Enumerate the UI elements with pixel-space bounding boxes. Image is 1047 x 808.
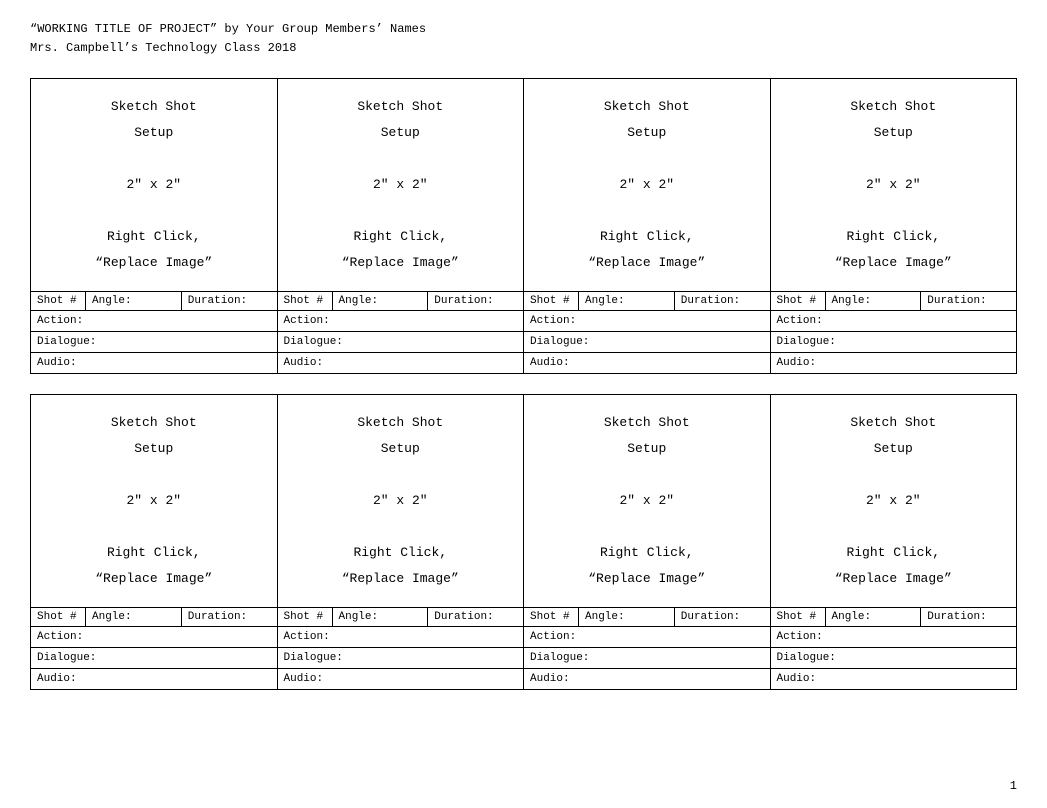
dialogue-cell-2-3: Dialogue: <box>524 648 771 668</box>
action-cell-2-2: Action: <box>278 627 525 647</box>
duration-label-2-3: Duration: <box>675 608 770 626</box>
shot-cell-1-2: Sketch ShotSetup 2″ x 2″ Right Click,“Re… <box>278 79 525 291</box>
audio-cell-2-3: Audio: <box>524 669 771 689</box>
page-number: 1 <box>1010 779 1017 793</box>
shot-num-label-2-1: Shot # <box>31 608 86 626</box>
header-line1: “WORKING TITLE OF PROJECT” by Your Group… <box>30 20 1017 39</box>
audio-cell-1-1: Audio: <box>31 353 278 373</box>
shot-cell-2-1: Sketch ShotSetup 2″ x 2″ Right Click,“Re… <box>31 395 278 607</box>
audio-cell-2-4: Audio: <box>771 669 1017 689</box>
audio-row-1: Audio: Audio: Audio: Audio: <box>31 353 1016 373</box>
shot-num-label-1-1: Shot # <box>31 292 86 310</box>
shot-num-label-2-3: Shot # <box>524 608 579 626</box>
shot-cell-2-2: Sketch ShotSetup 2″ x 2″ Right Click,“Re… <box>278 395 525 607</box>
dialogue-cell-1-4: Dialogue: <box>771 332 1017 352</box>
shot-cell-1-1: Sketch ShotSetup 2″ x 2″ Right Click,“Re… <box>31 79 278 291</box>
action-cell-1-2: Action: <box>278 311 525 331</box>
audio-row-2: Audio: Audio: Audio: Audio: <box>31 669 1016 689</box>
shot-cell-2-4: Sketch ShotSetup 2″ x 2″ Right Click,“Re… <box>771 395 1017 607</box>
action-cell-2-3: Action: <box>524 627 771 647</box>
audio-cell-2-2: Audio: <box>278 669 525 689</box>
shots-row-1: Sketch ShotSetup 2″ x 2″ Right Click,“Re… <box>31 79 1016 292</box>
dialogue-cell-2-1: Dialogue: <box>31 648 278 668</box>
shot-num-label-1-3: Shot # <box>524 292 579 310</box>
shot-info-row-1: Shot # Angle: Duration: Shot # Angle: Du… <box>31 292 1016 311</box>
dialogue-cell-2-4: Dialogue: <box>771 648 1017 668</box>
storyboard-section-2: Sketch ShotSetup 2″ x 2″ Right Click,“Re… <box>30 394 1017 690</box>
duration-label-1-4: Duration: <box>921 292 1016 310</box>
shot-info-half-1-2: Shot # Angle: Duration: <box>278 292 525 310</box>
dialogue-cell-2-2: Dialogue: <box>278 648 525 668</box>
shot-info-half-1-1: Shot # Angle: Duration: <box>31 292 278 310</box>
action-row-2: Action: Action: Action: Action: <box>31 627 1016 648</box>
shot-info-row-2: Shot # Angle: Duration: Shot # Angle: Du… <box>31 608 1016 627</box>
audio-cell-1-4: Audio: <box>771 353 1017 373</box>
storyboard-section-1: Sketch ShotSetup 2″ x 2″ Right Click,“Re… <box>30 78 1017 374</box>
shot-cell-1-4: Sketch ShotSetup 2″ x 2″ Right Click,“Re… <box>771 79 1017 291</box>
angle-label-2-4: Angle: <box>826 608 922 626</box>
angle-label-2-1: Angle: <box>86 608 182 626</box>
action-cell-1-3: Action: <box>524 311 771 331</box>
duration-label-1-3: Duration: <box>675 292 770 310</box>
audio-cell-1-2: Audio: <box>278 353 525 373</box>
duration-label-2-1: Duration: <box>182 608 277 626</box>
shot-info-half-2-1: Shot # Angle: Duration: <box>31 608 278 626</box>
dialogue-row-2: Dialogue: Dialogue: Dialogue: Dialogue: <box>31 648 1016 669</box>
shot-num-label-1-2: Shot # <box>278 292 333 310</box>
action-cell-1-4: Action: <box>771 311 1017 331</box>
dialogue-cell-1-1: Dialogue: <box>31 332 278 352</box>
dialogue-cell-1-2: Dialogue: <box>278 332 525 352</box>
angle-label-1-2: Angle: <box>333 292 429 310</box>
action-row-1: Action: Action: Action: Action: <box>31 311 1016 332</box>
shot-info-half-2-2: Shot # Angle: Duration: <box>278 608 525 626</box>
action-cell-2-1: Action: <box>31 627 278 647</box>
angle-label-1-1: Angle: <box>86 292 182 310</box>
action-cell-2-4: Action: <box>771 627 1017 647</box>
angle-label-1-4: Angle: <box>826 292 922 310</box>
shot-cell-1-3: Sketch ShotSetup 2″ x 2″ Right Click,“Re… <box>524 79 771 291</box>
shots-row-2: Sketch ShotSetup 2″ x 2″ Right Click,“Re… <box>31 395 1016 608</box>
shot-info-half-1-3: Shot # Angle: Duration: <box>524 292 771 310</box>
dialogue-cell-1-3: Dialogue: <box>524 332 771 352</box>
action-cell-1-1: Action: <box>31 311 278 331</box>
shot-num-label-2-4: Shot # <box>771 608 826 626</box>
shot-info-half-1-4: Shot # Angle: Duration: <box>771 292 1017 310</box>
shot-info-half-2-3: Shot # Angle: Duration: <box>524 608 771 626</box>
dialogue-row-1: Dialogue: Dialogue: Dialogue: Dialogue: <box>31 332 1016 353</box>
shot-num-label-2-2: Shot # <box>278 608 333 626</box>
header: “WORKING TITLE OF PROJECT” by Your Group… <box>30 20 1017 58</box>
duration-label-2-4: Duration: <box>921 608 1016 626</box>
angle-label-2-3: Angle: <box>579 608 675 626</box>
duration-label-2-2: Duration: <box>428 608 523 626</box>
sketch-instruction: Right Click,“Replace Image” <box>95 224 212 276</box>
sketch-size: 2″ x 2″ <box>95 172 212 198</box>
duration-label-1-1: Duration: <box>182 292 277 310</box>
shot-cell-2-3: Sketch ShotSetup 2″ x 2″ Right Click,“Re… <box>524 395 771 607</box>
angle-label-1-3: Angle: <box>579 292 675 310</box>
audio-cell-1-3: Audio: <box>524 353 771 373</box>
sketch-title: Sketch ShotSetup <box>95 94 212 146</box>
header-line2: Mrs. Campbell’s Technology Class 2018 <box>30 39 1017 58</box>
shot-info-half-2-4: Shot # Angle: Duration: <box>771 608 1017 626</box>
audio-cell-2-1: Audio: <box>31 669 278 689</box>
angle-label-2-2: Angle: <box>333 608 429 626</box>
duration-label-1-2: Duration: <box>428 292 523 310</box>
shot-num-label-1-4: Shot # <box>771 292 826 310</box>
